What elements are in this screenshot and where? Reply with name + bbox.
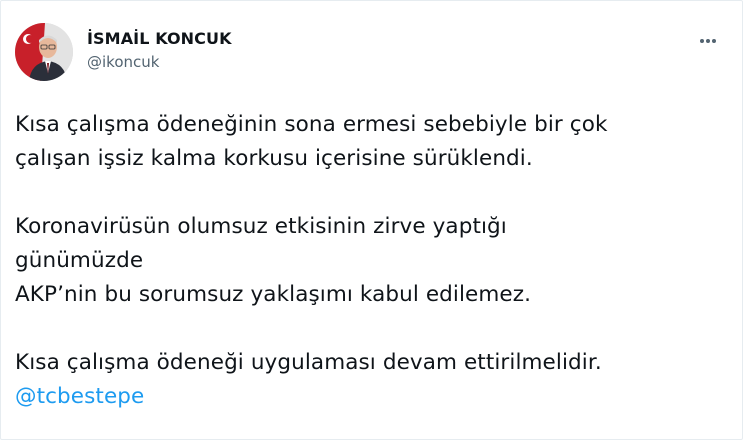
tweet-text-line: günümüzde xyxy=(15,248,144,273)
more-options-button[interactable] xyxy=(694,31,722,51)
tweet-text-line: Kısa çalışma ödeneği uygulaması devam et… xyxy=(15,350,602,375)
author-avatar[interactable] xyxy=(15,23,73,81)
author-info: İSMAİL KONCUK @ikoncuk xyxy=(87,29,232,71)
tweet-text: Kısa çalışma ödeneğinin sona ermesi sebe… xyxy=(15,108,730,414)
tweet-text-line: çalışan işsiz kalma korkusu içerisine sü… xyxy=(15,146,533,171)
mention-line: @tcbestepe xyxy=(15,380,730,414)
tweet-text-line: Koronavirüsün olumsuz etkisinin zirve ya… xyxy=(15,214,507,239)
profile-photo-icon xyxy=(15,23,73,81)
mention-link[interactable]: @tcbestepe xyxy=(15,384,144,409)
author-display-name[interactable]: İSMAİL KONCUK xyxy=(87,29,232,49)
ellipsis-icon xyxy=(700,39,716,43)
tweet-text-line: Kısa çalışma ödeneğinin sona ermesi sebe… xyxy=(15,112,608,137)
author-handle[interactable]: @ikoncuk xyxy=(87,53,232,71)
tweet-card: İSMAİL KONCUK @ikoncuk Kısa çalışma öden… xyxy=(0,0,743,440)
tweet-text-line: AKP’nin bu sorumsuz yaklaşımı kabul edil… xyxy=(15,282,532,307)
